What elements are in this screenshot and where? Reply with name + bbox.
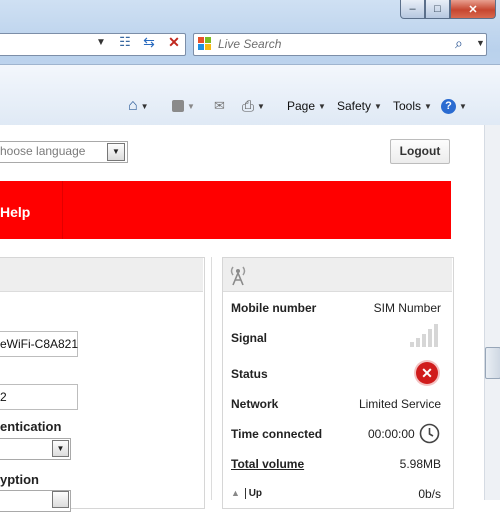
safety-menu-label: Safety xyxy=(337,99,372,113)
search-icon[interactable]: ⌕ xyxy=(455,35,463,52)
signal-label: Signal xyxy=(231,331,268,345)
help-menu[interactable]: ? ▼ xyxy=(441,97,467,115)
mail-icon: ✉ xyxy=(214,98,225,113)
maximize-button[interactable]: □ xyxy=(425,0,450,19)
minimize-button[interactable]: – xyxy=(400,0,425,19)
ssid-value: eWiFi-C8A821 xyxy=(0,337,79,351)
language-select-value: hoose language xyxy=(0,144,86,158)
print-icon: ⎙ xyxy=(242,97,255,115)
window-controls: – □ ✕ xyxy=(400,0,496,20)
total-volume-link[interactable]: Total volume xyxy=(231,457,304,471)
scrollbar-thumb[interactable] xyxy=(485,347,500,379)
status-error-icon: ✕ xyxy=(416,362,438,384)
page-menu[interactable]: Page ▼ xyxy=(287,97,326,115)
refresh-icon[interactable]: ⇆ xyxy=(140,34,158,52)
stop-icon[interactable]: ✕ xyxy=(165,34,183,52)
clock-icon xyxy=(419,423,440,444)
search-placeholder: Live Search xyxy=(218,37,282,51)
rss-icon xyxy=(172,100,184,112)
safety-menu[interactable]: Safety ▼ xyxy=(337,97,382,115)
chevron-down-icon[interactable]: ▼ xyxy=(107,143,125,161)
panel-divider xyxy=(211,257,212,500)
signal-strength-icon xyxy=(410,324,438,347)
nav-divider xyxy=(62,181,63,239)
network-value: Limited Service xyxy=(358,397,441,411)
tools-menu[interactable]: Tools ▼ xyxy=(393,97,432,115)
page-menu-label: Page xyxy=(287,99,316,113)
windows-logo-icon xyxy=(198,37,211,50)
status-label: Status xyxy=(231,367,268,381)
up-label: Up xyxy=(244,488,263,499)
status-panel-header xyxy=(223,258,452,292)
address-bar[interactable] xyxy=(0,33,186,56)
max-users-value: 2 xyxy=(0,390,7,404)
mobile-number-label: Mobile number xyxy=(231,301,317,315)
command-bar xyxy=(0,64,500,126)
max-users-input[interactable] xyxy=(0,384,78,410)
address-dropdown-icon[interactable]: ▼ xyxy=(96,37,106,48)
encryption-label: yption xyxy=(0,472,39,487)
upload-rate-value: 0b/s xyxy=(418,487,441,501)
time-connected-label: Time connected xyxy=(231,427,323,441)
home-button[interactable]: ⌂ ▼ xyxy=(128,97,149,115)
feeds-button[interactable]: ▼ xyxy=(172,97,195,115)
tools-menu-label: Tools xyxy=(393,99,422,113)
compatibility-view-icon[interactable]: ☷ xyxy=(116,34,134,52)
arrow-up-icon: ▲ xyxy=(231,488,240,498)
antenna-icon xyxy=(230,266,246,286)
help-icon: ? xyxy=(441,98,456,114)
read-mail-button[interactable]: ✉ xyxy=(214,97,225,115)
wifi-settings-header xyxy=(0,258,203,292)
home-icon: ⌂ xyxy=(128,97,138,114)
mobile-number-value: SIM Number xyxy=(373,301,441,315)
time-connected-value: 00:00:00 xyxy=(368,427,415,441)
search-dropdown-icon[interactable]: ▼ xyxy=(476,38,485,48)
close-button[interactable]: ✕ xyxy=(450,0,496,19)
vertical-scrollbar[interactable] xyxy=(484,125,500,500)
upload-rate-label: ▲ Up xyxy=(231,488,263,499)
chevron-down-icon[interactable]: ▼ xyxy=(52,440,69,457)
print-button[interactable]: ⎙ ▼ xyxy=(242,97,265,115)
network-label: Network xyxy=(231,397,279,411)
status-panel xyxy=(222,257,454,509)
authentication-label: entication xyxy=(0,419,62,434)
nav-item-help[interactable]: Help xyxy=(0,204,30,220)
total-volume-value: 5.98MB xyxy=(399,457,441,471)
logout-button[interactable]: Logout xyxy=(390,139,450,164)
main-nav-bar xyxy=(0,181,451,239)
